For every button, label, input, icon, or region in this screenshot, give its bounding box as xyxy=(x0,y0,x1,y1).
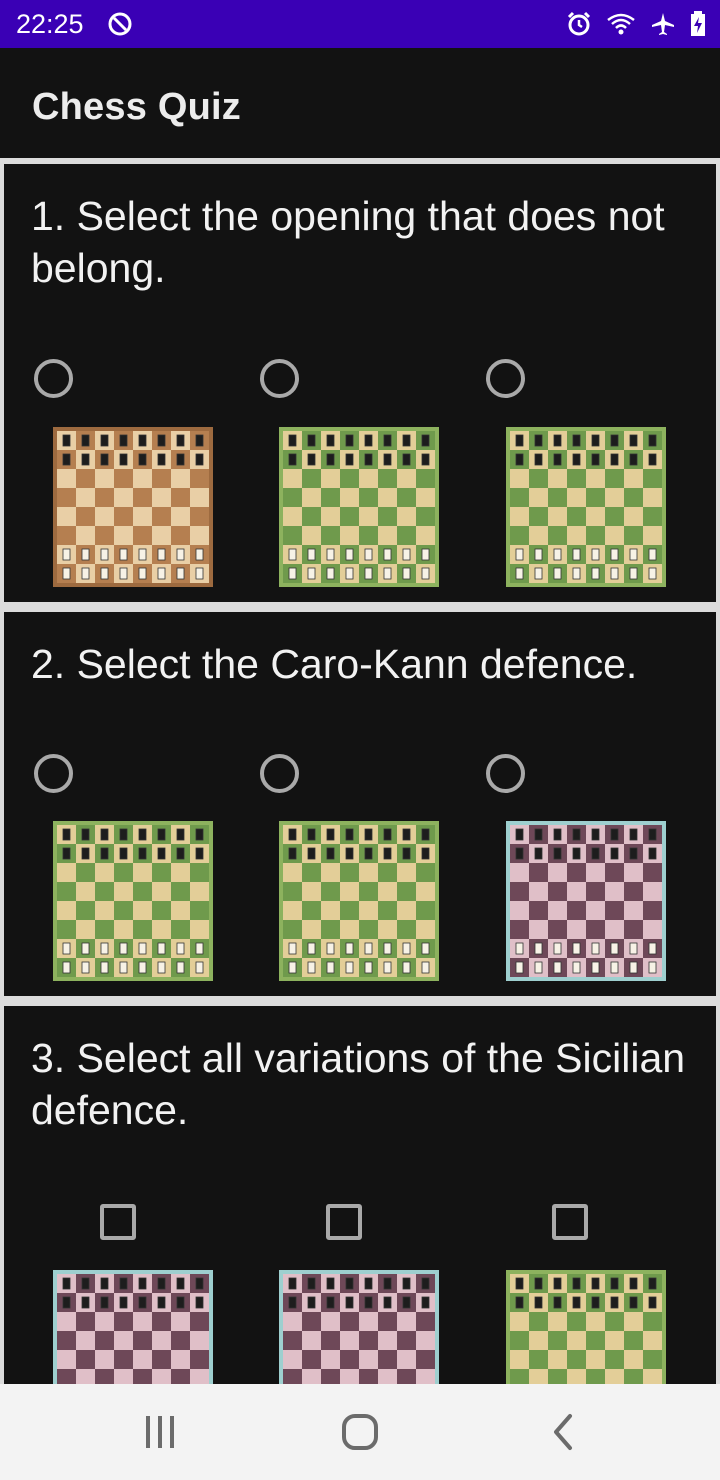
question-text: 3. Select all variations of the Sicilian… xyxy=(31,1035,686,1133)
option-radio-button[interactable] xyxy=(486,359,525,398)
chess-board-thumbnail[interactable] xyxy=(53,427,213,587)
option-radio-button[interactable] xyxy=(260,754,299,793)
option-radio-button[interactable] xyxy=(260,359,299,398)
do-not-disturb-icon xyxy=(108,12,132,36)
option-radio-button[interactable] xyxy=(34,754,73,793)
board-drawing xyxy=(53,427,213,587)
option-radio-button[interactable] xyxy=(34,359,73,398)
option-checkbox[interactable] xyxy=(100,1204,136,1240)
board-drawing xyxy=(279,821,439,981)
board-drawing xyxy=(53,821,213,981)
battery-charging-icon xyxy=(691,11,705,36)
navigation-bar xyxy=(0,1384,720,1480)
chess-board-thumbnail[interactable] xyxy=(279,821,439,981)
board-drawing xyxy=(506,427,666,587)
board-drawing xyxy=(506,821,666,981)
board-drawing xyxy=(279,427,439,587)
chess-board-thumbnail[interactable] xyxy=(53,821,213,981)
airplane-mode-icon xyxy=(652,13,674,35)
alarm-icon xyxy=(567,11,591,36)
question-card-1: 1. Select the opening that does not belo… xyxy=(4,164,716,602)
option-checkbox[interactable] xyxy=(326,1204,362,1240)
chess-board-thumbnail[interactable] xyxy=(506,427,666,587)
chess-board-thumbnail[interactable] xyxy=(506,1270,666,1384)
back-icon[interactable] xyxy=(544,1412,584,1452)
question-text: 2. Select the Caro-Kann defence. xyxy=(31,641,638,687)
home-icon[interactable] xyxy=(340,1412,380,1452)
question-card-2: 2. Select the Caro-Kann defence. xyxy=(4,612,716,996)
option-checkbox[interactable] xyxy=(552,1204,588,1240)
chess-board-thumbnail[interactable] xyxy=(279,1270,439,1384)
chess-board-thumbnail[interactable] xyxy=(279,427,439,587)
board-drawing xyxy=(506,1270,666,1384)
status-bar: 22:25 xyxy=(0,0,720,48)
recent-apps-icon[interactable] xyxy=(140,1412,180,1452)
question-card-3: 3. Select all variations of the Sicilian… xyxy=(4,1006,716,1384)
chess-board-thumbnail[interactable] xyxy=(506,821,666,981)
board-drawing xyxy=(279,1270,439,1384)
option-radio-button[interactable] xyxy=(486,754,525,793)
chess-board-thumbnail[interactable] xyxy=(53,1270,213,1384)
app-title: Chess Quiz xyxy=(32,86,241,128)
wifi-icon xyxy=(607,13,635,35)
status-time: 22:25 xyxy=(16,9,84,39)
board-drawing xyxy=(53,1270,213,1384)
question-text: 1. Select the opening that does not belo… xyxy=(31,193,665,291)
app-bar: Chess Quiz xyxy=(0,48,720,158)
